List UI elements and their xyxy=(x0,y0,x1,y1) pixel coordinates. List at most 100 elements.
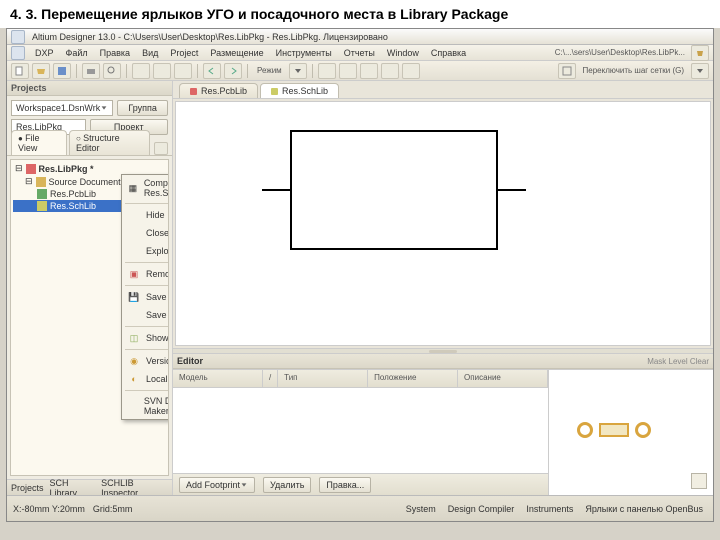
ctx-show-diff[interactable]: ◫Show Differences... xyxy=(122,329,169,347)
window-title: Altium Designer 13.0 - C:\Users\User\Des… xyxy=(32,32,388,42)
paste-icon[interactable] xyxy=(174,63,192,79)
mode-label: Режим xyxy=(253,66,286,75)
zoom-icon[interactable] xyxy=(103,63,121,79)
tab-structure-label: Structure Editor xyxy=(76,133,120,153)
ctx-remove-label: Remove from Project... xyxy=(146,269,169,279)
schematic-canvas[interactable] xyxy=(175,101,711,346)
workspace-combo[interactable]: Workspace1.DsnWrk xyxy=(11,100,113,116)
cut-icon[interactable] xyxy=(132,63,150,79)
footer-tab-projects[interactable]: Projects xyxy=(11,483,44,493)
menu-edit[interactable]: Правка xyxy=(95,47,135,59)
ctx-sep xyxy=(125,285,169,286)
splitter-handle-icon xyxy=(429,350,457,353)
panel-options-icon[interactable] xyxy=(154,142,168,155)
grid-dropdown[interactable] xyxy=(691,63,709,79)
menu-help[interactable]: Справка xyxy=(426,47,471,59)
menu-view[interactable]: Вид xyxy=(137,47,163,59)
place-wire-icon[interactable] xyxy=(318,63,336,79)
redo-icon[interactable] xyxy=(224,63,242,79)
status-tab-compiler[interactable]: Design Compiler xyxy=(444,503,519,515)
workspace-value: Workspace1.DsnWrk xyxy=(16,103,100,113)
ctx-save-as[interactable]: Save As... xyxy=(122,306,169,324)
tree-folder-label: Source Documents xyxy=(49,177,126,187)
undo-icon[interactable] xyxy=(203,63,221,79)
ctx-explore[interactable]: Explore xyxy=(122,242,169,260)
mode-dropdown[interactable] xyxy=(289,63,307,79)
editor-right-links[interactable]: Mask Level Clear xyxy=(647,357,709,366)
ctx-svn-maker[interactable]: SVN Database Library Maker... xyxy=(122,393,169,419)
ctx-history-label: Local History xyxy=(146,374,169,384)
workspace-group-button[interactable]: Группа xyxy=(117,100,168,116)
edit-button[interactable]: Правка... xyxy=(319,477,371,493)
remove-icon: ▣ xyxy=(128,268,140,280)
dxp-icon[interactable] xyxy=(11,46,25,60)
copy-icon[interactable] xyxy=(153,63,171,79)
doctab-schlib[interactable]: Res.SchLib xyxy=(260,83,339,98)
footprint-shape xyxy=(577,422,651,438)
ctx-close-label: Close xyxy=(146,228,169,238)
ctx-save[interactable]: 💾Save xyxy=(122,288,169,306)
new-icon[interactable] xyxy=(11,63,29,79)
place-pin-icon[interactable] xyxy=(339,63,357,79)
status-tab-openbus[interactable]: Ярлыки с панелью OpenBus xyxy=(581,503,707,515)
vc-icon: ◉ xyxy=(128,355,140,367)
tab-structure-editor[interactable]: ○ Structure Editor xyxy=(69,130,150,155)
tree-root-label: Res.LibPkg * xyxy=(39,164,94,174)
ctx-local-history[interactable]: ◐Local History▸ xyxy=(122,370,169,388)
ctx-compile[interactable]: ▦Compile Document Res.SchLib xyxy=(122,175,169,201)
footprint-preview[interactable] xyxy=(549,370,713,495)
blank-icon xyxy=(128,245,140,257)
menu-tools[interactable]: Инструменты xyxy=(271,47,337,59)
ctx-version-control[interactable]: ◉Version Control▸ xyxy=(122,352,169,370)
add-footprint-button[interactable]: Add Footprint xyxy=(179,477,255,493)
minus-icon: ⊟ xyxy=(25,176,33,187)
body-icon xyxy=(599,423,629,437)
place-arc-icon[interactable] xyxy=(360,63,378,79)
ctx-remove[interactable]: ▣ Remove from Project... xyxy=(122,265,169,283)
blank-icon xyxy=(128,309,140,321)
grid-body[interactable] xyxy=(173,388,548,473)
open-icon[interactable] xyxy=(32,63,50,79)
grid-toggle-icon[interactable] xyxy=(558,63,576,79)
col-type[interactable]: Тип xyxy=(278,370,368,387)
menubar: DXP Файл Правка Вид Project Размещение И… xyxy=(7,45,713,61)
tab-file-view[interactable]: ● File View xyxy=(11,130,67,155)
status-tab-instruments[interactable]: Instruments xyxy=(522,503,577,515)
ctx-close[interactable]: Close xyxy=(122,224,169,242)
menu-reports[interactable]: Отчеты xyxy=(339,47,380,59)
place-rect-icon[interactable] xyxy=(381,63,399,79)
menu-window[interactable]: Window xyxy=(382,47,424,59)
ctx-hide[interactable]: Hide xyxy=(122,206,169,224)
menu-place[interactable]: Размещение xyxy=(205,47,268,59)
project-tree[interactable]: ⊟ Res.LibPkg * ⊟ Source Documents Res.Pc… xyxy=(10,159,169,476)
delete-button[interactable]: Удалить xyxy=(263,477,311,493)
app-window: Altium Designer 13.0 - C:\Users\User\Des… xyxy=(6,28,714,522)
projects-panel: Projects Workspace1.DsnWrk Группа Res.Li… xyxy=(7,81,173,495)
col-sep[interactable]: / xyxy=(263,370,278,387)
place-text-icon[interactable] xyxy=(402,63,420,79)
projects-footer-tabs: Projects SCH Library SCHLIB Inspector xyxy=(7,479,172,495)
schlib-dot-icon xyxy=(271,88,278,95)
ctx-sep xyxy=(125,390,169,391)
grid-label: Переключить шаг сетки (G) xyxy=(579,66,688,75)
doctab-pcblib[interactable]: Res.PcbLib xyxy=(179,83,258,98)
ctx-svn-label: SVN Database Library Maker... xyxy=(144,396,169,416)
project-view-tabs: ● File View ○ Structure Editor xyxy=(7,139,172,156)
blank-icon xyxy=(128,209,140,221)
save-icon[interactable] xyxy=(53,63,71,79)
component-symbol xyxy=(262,130,526,250)
preview-options-icon[interactable] xyxy=(691,473,707,489)
diff-icon: ◫ xyxy=(128,332,140,344)
col-model[interactable]: Модель xyxy=(173,370,263,387)
menu-file[interactable]: Файл xyxy=(61,47,93,59)
pcblib-icon xyxy=(37,189,47,199)
col-position[interactable]: Положение xyxy=(368,370,458,387)
minus-icon: ⊟ xyxy=(15,163,23,174)
print-icon[interactable] xyxy=(82,63,100,79)
blank-icon xyxy=(128,400,138,412)
col-description[interactable]: Описание xyxy=(458,370,548,387)
menu-dxp[interactable]: DXP xyxy=(30,47,59,59)
menu-project[interactable]: Project xyxy=(165,47,203,59)
path-browse-button[interactable] xyxy=(691,45,709,61)
status-tab-system[interactable]: System xyxy=(402,503,440,515)
